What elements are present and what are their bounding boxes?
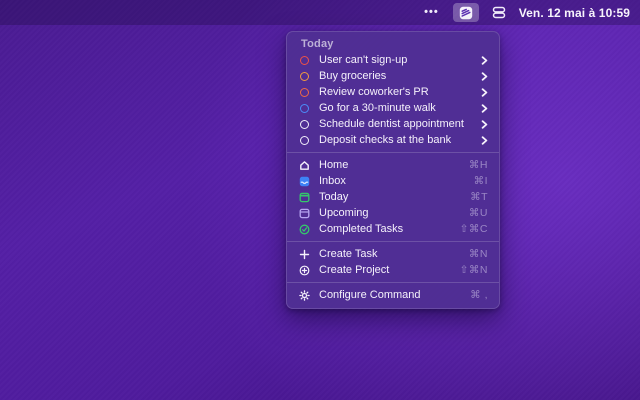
menu-item-inbox[interactable]: Inbox ⌘I xyxy=(287,173,499,189)
chevron-right-icon xyxy=(481,136,488,145)
task-label: Schedule dentist appointment xyxy=(313,119,464,130)
shortcut-label: ⌘T xyxy=(470,191,488,203)
calendar-upcoming-icon xyxy=(296,208,313,219)
menu-item-completed-tasks[interactable]: Completed Tasks ⇧⌘C xyxy=(287,221,499,237)
priority-circle-icon xyxy=(300,56,309,65)
menu-divider xyxy=(287,282,499,283)
task-label: Review coworker's PR xyxy=(313,87,429,98)
menu-divider xyxy=(287,241,499,242)
shortcut-label: ⇧⌘C xyxy=(460,223,488,235)
menu-divider xyxy=(287,152,499,153)
command-todoist-icon xyxy=(459,6,473,20)
priority-circle-icon xyxy=(300,136,309,145)
priority-circle-icon xyxy=(300,72,309,81)
command-app-menubar-button[interactable] xyxy=(453,3,479,22)
menu-item-task[interactable]: Go for a 30-minute walk xyxy=(287,100,499,116)
home-icon xyxy=(296,160,313,171)
inbox-icon xyxy=(296,176,313,187)
priority-circle-icon xyxy=(300,88,309,97)
shortcut-label: ⌘U xyxy=(469,207,488,219)
menu-item-home[interactable]: Home ⌘H xyxy=(287,157,499,173)
settings-label: Configure Command xyxy=(313,290,421,301)
priority-circle-icon xyxy=(300,104,309,113)
menu-item-task[interactable]: User can't sign-up xyxy=(287,52,499,68)
stack-menubar-icon[interactable] xyxy=(489,3,509,22)
shortcut-label: ⌘H xyxy=(469,159,488,171)
plus-circle-icon xyxy=(296,265,313,276)
shortcut-label: ⌘N xyxy=(469,248,488,260)
menu-item-create-task[interactable]: Create Task ⌘N xyxy=(287,246,499,262)
shortcut-label: ⇧⌘N xyxy=(460,264,488,276)
menubar-overflow-icon[interactable]: ••• xyxy=(420,5,443,20)
chevron-right-icon xyxy=(481,104,488,113)
task-label: User can't sign-up xyxy=(313,55,407,66)
nav-label: Home xyxy=(313,160,348,171)
nav-label: Completed Tasks xyxy=(313,224,403,235)
chevron-right-icon xyxy=(481,120,488,129)
menu-item-today[interactable]: Today ⌘T xyxy=(287,189,499,205)
nav-label: Today xyxy=(313,192,348,203)
chevron-right-icon xyxy=(481,72,488,81)
command-dropdown-menu: Today User can't sign-up Buy groceries R… xyxy=(286,31,500,309)
shortcut-label: ⌘ , xyxy=(470,289,488,301)
action-label: Create Task xyxy=(313,249,378,260)
menu-item-task[interactable]: Deposit checks at the bank xyxy=(287,132,499,148)
nav-label: Inbox xyxy=(313,176,346,187)
calendar-today-icon xyxy=(296,192,313,203)
action-label: Create Project xyxy=(313,265,389,276)
task-label: Go for a 30-minute walk xyxy=(313,103,436,114)
menu-item-task[interactable]: Review coworker's PR xyxy=(287,84,499,100)
chevron-right-icon xyxy=(481,88,488,97)
check-circle-icon xyxy=(296,224,313,235)
chevron-right-icon xyxy=(481,56,488,65)
menu-item-task[interactable]: Buy groceries xyxy=(287,68,499,84)
menubar-clock[interactable]: Ven. 12 mai à 10:59 xyxy=(519,6,630,20)
task-label: Deposit checks at the bank xyxy=(313,135,451,146)
menu-item-create-project[interactable]: Create Project ⇧⌘N xyxy=(287,262,499,278)
plus-icon xyxy=(296,249,313,260)
gear-icon xyxy=(296,290,313,301)
task-label: Buy groceries xyxy=(313,71,386,82)
menu-item-task[interactable]: Schedule dentist appointment xyxy=(287,116,499,132)
nav-label: Upcoming xyxy=(313,208,369,219)
priority-circle-icon xyxy=(300,120,309,129)
menu-bar: ••• Ven. 12 mai à 10:59 xyxy=(0,0,640,25)
section-header-today: Today xyxy=(287,37,499,52)
menu-item-upcoming[interactable]: Upcoming ⌘U xyxy=(287,205,499,221)
shortcut-label: ⌘I xyxy=(474,175,488,187)
menu-item-configure-command[interactable]: Configure Command ⌘ , xyxy=(287,287,499,303)
